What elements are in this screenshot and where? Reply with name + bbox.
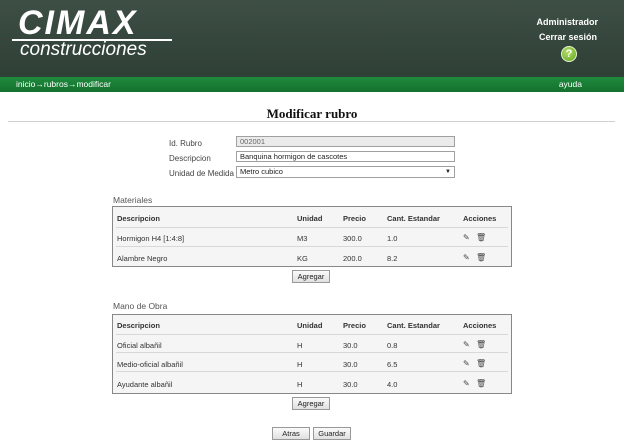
row-divider: [116, 246, 508, 247]
unit-label: Unidad de Medida: [169, 169, 234, 178]
cell-description: Medio-oficial albañil: [117, 360, 183, 369]
col-header-quantity: Cant. Estandar: [387, 214, 440, 223]
col-header-price: Precio: [343, 321, 366, 330]
cell-unit: H: [297, 380, 303, 389]
row-divider: [116, 334, 508, 335]
pencil-icon[interactable]: ✎: [463, 359, 470, 368]
cell-price: 30.0: [343, 341, 358, 350]
cell-description: Ayudante albañil: [117, 380, 173, 389]
nav-bar: inicio→rubros→modificar ayuda: [0, 77, 624, 92]
id-label: Id. Rubro: [169, 139, 202, 148]
pencil-icon[interactable]: ✎: [463, 233, 470, 242]
cell-price: 300.0: [343, 234, 362, 243]
labor-section-title: Mano de Obra: [113, 301, 168, 311]
cell-unit: H: [297, 341, 303, 350]
cell-unit: KG: [297, 254, 308, 263]
cell-unit: H: [297, 360, 303, 369]
help-link[interactable]: ayuda: [559, 79, 582, 89]
trash-icon[interactable]: 🗑: [476, 359, 486, 368]
cell-quantity: 4.0: [387, 380, 398, 389]
trash-icon[interactable]: 🗑: [476, 379, 486, 388]
chevron-down-icon: ▼: [445, 169, 451, 175]
cell-description: Hormigon H4 [1:4:8]: [117, 234, 185, 243]
pencil-icon[interactable]: ✎: [463, 379, 470, 388]
col-header-unit: Unidad: [297, 214, 323, 223]
trash-icon[interactable]: 🗑: [476, 253, 486, 262]
help-icon[interactable]: ?: [561, 46, 577, 62]
save-button[interactable]: Guardar: [313, 427, 351, 440]
logo-subtitle: construcciones: [20, 39, 147, 60]
unit-select[interactable]: Metro cubico ▼: [236, 166, 455, 178]
row-divider: [116, 352, 508, 353]
col-header-actions: Acciones: [463, 214, 497, 223]
materials-table: Descripcion Unidad Precio Cant. Estandar…: [112, 206, 512, 267]
title-divider: [8, 121, 615, 122]
cell-quantity: 1.0: [387, 234, 398, 243]
unit-select-value: Metro cubico: [240, 167, 283, 176]
logout-link[interactable]: Cerrar sesión: [539, 32, 597, 42]
col-header-description: Descripcion: [117, 214, 160, 223]
breadcrumb[interactable]: inicio→rubros→modificar: [16, 79, 111, 89]
col-header-unit: Unidad: [297, 321, 323, 330]
page-title: Modificar rubro: [266, 106, 358, 121]
materials-section-title: Materiales: [113, 195, 153, 205]
cell-description: Oficial albañil: [117, 341, 162, 350]
logo-title: CIMAX: [18, 4, 138, 42]
cell-quantity: 6.5: [387, 360, 398, 369]
back-button[interactable]: Atras: [272, 427, 310, 440]
user-name: Administrador: [536, 17, 598, 27]
cell-quantity: 0.8: [387, 341, 398, 350]
add-material-button[interactable]: Agregar: [292, 270, 330, 283]
cell-unit: M3: [297, 234, 308, 243]
trash-icon[interactable]: 🗑: [476, 233, 486, 242]
app-header: CIMAX construcciones Administrador Cerra…: [0, 0, 624, 77]
cell-quantity: 8.2: [387, 254, 398, 263]
col-header-description: Descripcion: [117, 321, 160, 330]
labor-table: Descripcion Unidad Precio Cant. Estandar…: [112, 314, 512, 394]
cell-price: 200.0: [343, 254, 362, 263]
col-header-actions: Acciones: [463, 321, 497, 330]
cell-description: Alambre Negro: [117, 254, 168, 263]
col-header-quantity: Cant. Estandar: [387, 321, 440, 330]
trash-icon[interactable]: 🗑: [476, 340, 486, 349]
cell-price: 30.0: [343, 380, 358, 389]
add-labor-button[interactable]: Agregar: [292, 397, 330, 410]
id-field: 002001: [236, 136, 455, 147]
row-divider: [116, 227, 508, 228]
col-header-price: Precio: [343, 214, 366, 223]
cell-price: 30.0: [343, 360, 358, 369]
description-label: Descripcion: [169, 154, 211, 163]
row-divider: [116, 371, 508, 372]
pencil-icon[interactable]: ✎: [463, 340, 470, 349]
description-field[interactable]: Banquina hormigon de cascotes: [236, 151, 455, 162]
pencil-icon[interactable]: ✎: [463, 253, 470, 262]
